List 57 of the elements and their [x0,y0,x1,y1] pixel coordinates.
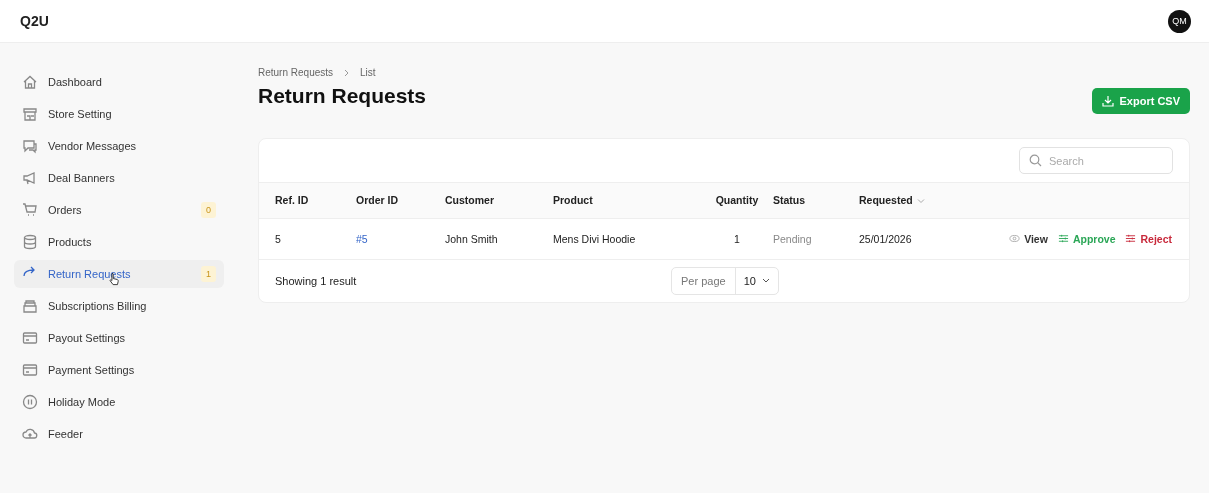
download-icon [1102,95,1115,107]
count-badge: 1 [201,266,216,282]
megaphone-icon [22,170,38,186]
sidebar-item[interactable]: Store Setting [14,100,224,128]
table-cell: Mens Divi Hoodie [553,232,636,245]
column-header[interactable]: Requested [859,194,913,207]
breadcrumb-item[interactable]: List [360,67,376,78]
sidebar-item[interactable]: Orders 0 [14,196,224,224]
column-header: Customer [445,194,494,207]
breadcrumb-item[interactable]: Return Requests [258,67,334,78]
sidebar-item[interactable]: Products [14,228,224,256]
card-icon [22,330,38,346]
store-icon [22,106,38,122]
page-title: Return Requests [258,84,427,108]
table-cell: Pending [773,232,812,245]
sidebar-item[interactable]: Deal Banners [14,164,224,192]
stack-icon [22,298,38,314]
card-icon [22,362,38,378]
per-page-value: 10 [743,274,756,287]
per-page-select[interactable]: Per page 10 [671,266,779,295]
user-avatar[interactable]: QM [1168,9,1191,33]
sliders-icon [1125,233,1137,244]
result-summary: Showing 1 result [275,274,357,287]
reject-button[interactable]: Reject [1125,232,1172,245]
column-header: Quantity [715,194,759,207]
column-header: Order ID [356,194,398,207]
chevron-right-icon [343,68,351,77]
cart-icon [22,202,38,218]
column-header: Status [773,194,806,207]
sliders-icon [1057,233,1069,244]
view-button[interactable]: View [1009,232,1048,245]
table-cell: 5 [275,232,281,245]
count-badge: 0 [201,202,216,218]
pause-icon [22,394,38,410]
table-cell: John Smith [445,232,498,245]
sidebar-item[interactable]: Dashboard [14,68,224,96]
chat-icon [22,138,38,154]
home-icon [22,74,38,90]
table-cell[interactable]: #5 [356,232,368,245]
database-icon [22,234,38,250]
search-field[interactable]: Search [1019,147,1173,174]
search-icon [1029,154,1042,167]
sidebar-item[interactable]: Payment Settings [14,356,224,384]
sidebar-item[interactable]: Feeder [14,420,224,448]
sidebar-item[interactable]: Vendor Messages [14,132,224,160]
table-cell: 25/01/2026 [859,232,912,245]
column-header: Ref. ID [275,194,309,207]
cloud-upload-icon [22,426,38,442]
chevron-down-icon [761,278,770,283]
sidebar-item[interactable]: Return Requests 1 [14,260,224,288]
sidebar-item[interactable]: Subscriptions Billing [14,292,224,320]
column-header: Product [553,194,593,207]
sidebar-item[interactable]: Holiday Mode [14,388,224,416]
table-cell: 1 [734,232,740,245]
sidebar-item[interactable]: Payout Settings [14,324,224,352]
app-logo: Q2U [20,13,49,29]
eye-icon [1009,233,1021,244]
